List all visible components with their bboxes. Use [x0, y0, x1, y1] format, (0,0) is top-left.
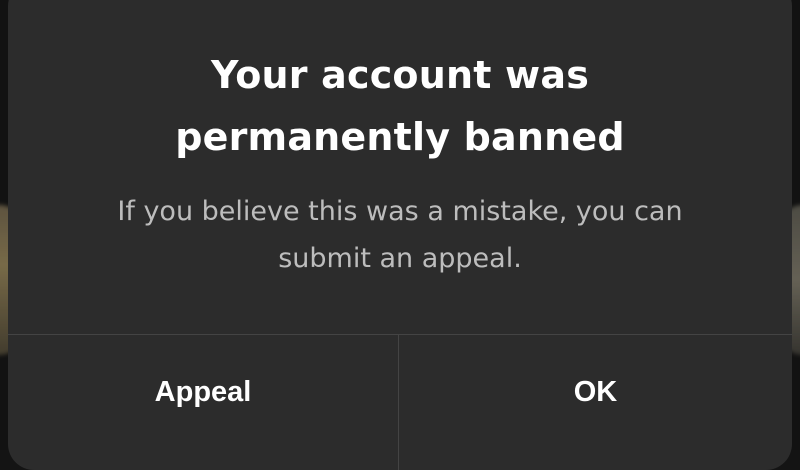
dialog-message-line-2: submit an appeal. — [278, 243, 522, 274]
appeal-button[interactable]: Appeal — [8, 335, 398, 450]
dialog-title-line-1: Your account was — [210, 53, 590, 97]
dialog-message: If you believe this was a mistake, you c… — [8, 168, 792, 282]
dialog-body: Your account was permanently banned If y… — [8, 0, 792, 315]
dialog-title-line-2: permanently banned — [175, 115, 625, 159]
dialog-message-line-1: If you believe this was a mistake, you c… — [117, 196, 683, 227]
dialog-title: Your account was permanently banned — [8, 0, 792, 168]
ok-button[interactable]: OK — [399, 335, 792, 450]
ban-dialog: Your account was permanently banned If y… — [8, 0, 792, 470]
